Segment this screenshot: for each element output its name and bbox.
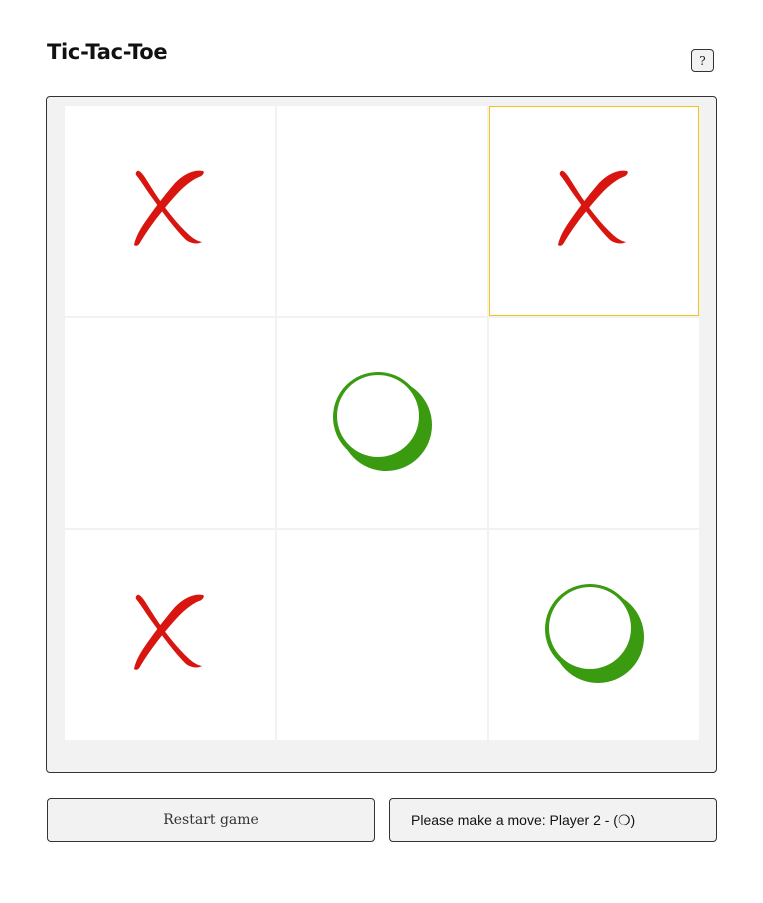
board-cell-1-0[interactable] [65, 318, 275, 528]
game-board [65, 106, 699, 741]
board-cell-0-2[interactable] [489, 106, 699, 316]
page-title: Tic-Tac-Toe [47, 40, 168, 64]
board-cell-0-1[interactable] [277, 106, 487, 316]
game-board-frame [46, 96, 717, 773]
board-cell-0-0[interactable] [65, 106, 275, 316]
x-mark-icon [557, 169, 631, 254]
o-mark-icon [330, 369, 434, 478]
help-button[interactable]: ? [691, 49, 714, 72]
o-mark-icon [542, 581, 646, 690]
game-status: Please make a move: Player 2 - (❍) [389, 798, 717, 842]
x-mark-icon [133, 169, 207, 254]
restart-game-button[interactable]: Restart game [47, 798, 375, 842]
board-cell-1-1[interactable] [277, 318, 487, 528]
board-cell-1-2[interactable] [489, 318, 699, 528]
board-cell-2-0[interactable] [65, 530, 275, 740]
board-cell-2-2[interactable] [489, 530, 699, 740]
board-cell-2-1[interactable] [277, 530, 487, 740]
x-mark-icon [133, 593, 207, 678]
